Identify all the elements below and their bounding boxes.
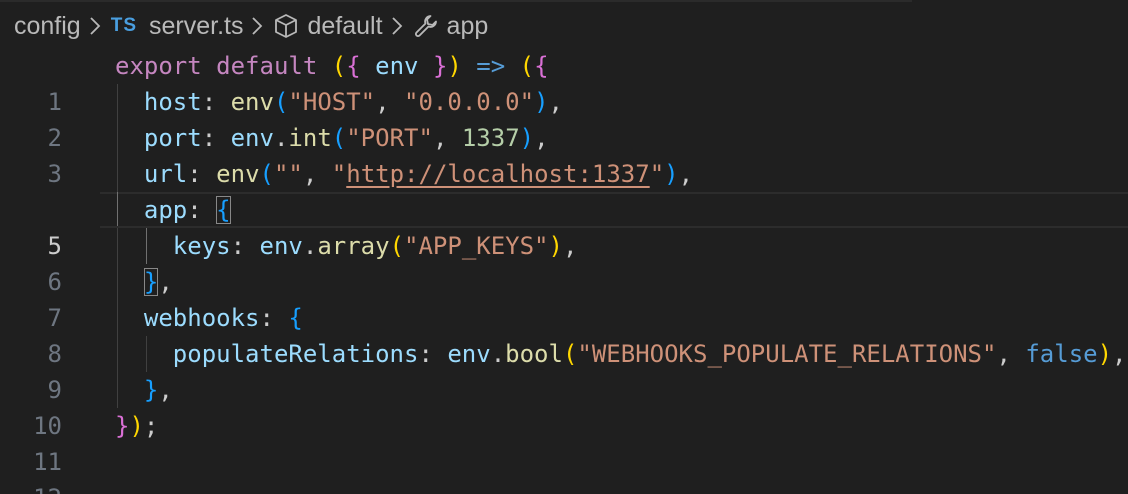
typescript-file-icon: TS xyxy=(110,15,137,36)
line-number: 12 xyxy=(0,480,62,494)
breadcrumb-label: app xyxy=(446,11,489,40)
code-line[interactable]: 8 webhooks: { xyxy=(0,300,1128,368)
code-area[interactable]: 1 export default ({ env }) => ({ 2 host:… xyxy=(0,48,1128,494)
breadcrumb-item-default[interactable]: default xyxy=(273,11,383,41)
url-link[interactable]: http://localhost:1337 xyxy=(346,160,649,188)
line-content[interactable]: export default ({ env }) => ({ xyxy=(115,48,549,84)
breadcrumb-label: server.ts xyxy=(149,11,244,40)
matched-bracket: } xyxy=(143,268,159,296)
line-content[interactable]: webhooks: { xyxy=(115,300,303,336)
code-editor[interactable]: config TS server.ts default app 1 export… xyxy=(0,0,1128,494)
line-content[interactable]: }, xyxy=(115,264,173,300)
line-content[interactable]: host: env("HOST", "0.0.0.0"), xyxy=(115,84,563,120)
line-content[interactable]: app: { xyxy=(115,192,231,228)
code-line[interactable]: 4 url: env("", "http://localhost:1337"), xyxy=(0,156,1128,224)
code-line[interactable]: 10 }, xyxy=(0,372,1128,440)
chevron-right-icon xyxy=(89,16,101,36)
code-line[interactable]: 1 export default ({ env }) => ({ xyxy=(0,48,1128,116)
code-line[interactable]: 3 port: env.int("PORT", 1337), xyxy=(0,120,1128,188)
code-line[interactable]: 9 populateRelations: env.bool("WEBHOOKS_… xyxy=(0,336,1128,404)
chevron-right-icon xyxy=(251,16,263,36)
breadcrumb-item-server-ts[interactable]: TS server.ts xyxy=(111,12,244,41)
code-line[interactable]: 11 }); xyxy=(0,408,1128,476)
breadcrumb-item-app[interactable]: app xyxy=(413,11,489,41)
line-content[interactable]: }); xyxy=(115,408,158,444)
matched-bracket: { xyxy=(216,196,231,224)
breadcrumb-label: config xyxy=(14,11,81,40)
code-line[interactable]: 12 xyxy=(0,444,1128,494)
tab-bar-border xyxy=(0,0,912,2)
line-content[interactable]: keys: env.array("APP_KEYS"), xyxy=(115,228,578,264)
wrench-icon xyxy=(413,13,439,39)
code-line[interactable]: 6 keys: env.array("APP_KEYS"), xyxy=(0,228,1128,296)
breadcrumb-label: default xyxy=(307,11,383,40)
code-line-active[interactable]: 5 app: { xyxy=(0,192,1128,260)
breadcrumb: config TS server.ts default app xyxy=(0,0,1128,52)
breadcrumb-item-config[interactable]: config xyxy=(14,12,81,41)
line-content[interactable]: port: env.int("PORT", 1337), xyxy=(115,120,549,156)
line-content[interactable]: }, xyxy=(115,372,173,408)
code-line[interactable]: 2 host: env("HOST", "0.0.0.0"), xyxy=(0,84,1128,152)
cube-icon xyxy=(273,13,299,39)
line-content[interactable]: url: env("", "http://localhost:1337"), xyxy=(115,156,693,192)
chevron-right-icon xyxy=(391,16,403,36)
line-content[interactable]: populateRelations: env.bool("WEBHOOKS_PO… xyxy=(115,336,1127,372)
code-line[interactable]: 7 }, xyxy=(0,264,1128,332)
